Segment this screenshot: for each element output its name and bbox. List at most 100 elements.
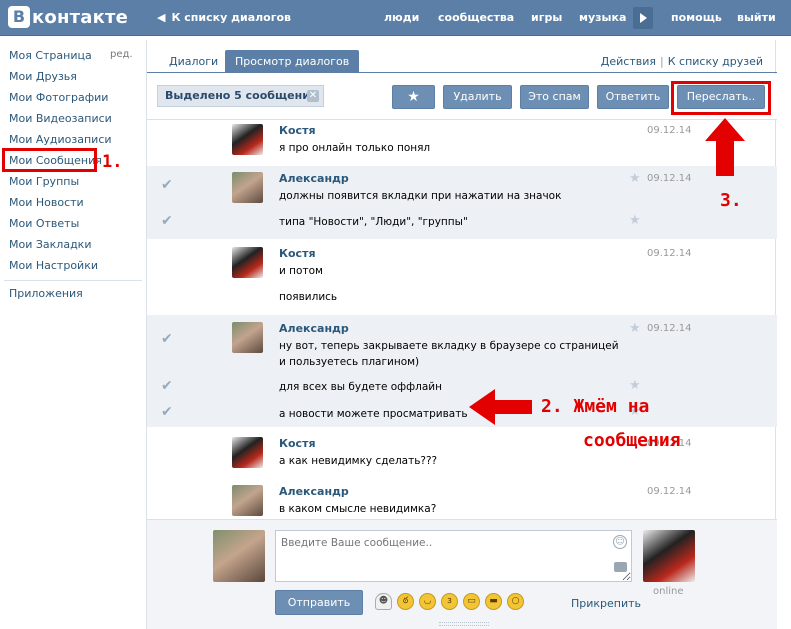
message-author[interactable]: Александр [279, 485, 349, 498]
star-icon[interactable]: ★ [629, 321, 641, 336]
tab-dialogs[interactable]: Диалоги [159, 50, 228, 73]
sidebar-item-bookmarks[interactable]: Мои Закладки [9, 238, 91, 251]
vk-logo[interactable]: В контакте [8, 6, 128, 28]
send-button[interactable]: Отправить [275, 590, 363, 615]
worried-emoji-icon[interactable]: ఠ [397, 593, 414, 610]
smile-icon[interactable]: ☺ [613, 535, 627, 549]
back-to-dialogs-link[interactable]: ◀ К списку диалогов [157, 11, 291, 24]
message-list: Костя 09.12.14 я про онлайн только понял… [147, 121, 777, 519]
star-icon[interactable]: ★ [629, 378, 641, 393]
friends-list-link[interactable]: К списку друзей [668, 55, 763, 68]
annotation-step-2-continued: сообщения [583, 430, 681, 451]
tab-bar: Диалоги Просмотр диалогов Действия | К спи… [147, 40, 777, 73]
message-author[interactable]: Костя [279, 437, 316, 450]
message-text: ну вот, теперь закрываете вкладку в брау… [279, 340, 619, 368]
tab-actions: Действия | К списку друзей [601, 55, 763, 68]
message-author[interactable]: Костя [279, 247, 316, 260]
annotation-step-2: 2. Жмём на [541, 396, 650, 417]
message-text: а как невидимку сделать??? [279, 455, 438, 467]
annotation-step-3: 3. [720, 190, 742, 211]
reply-button[interactable]: Ответить [597, 85, 669, 109]
sidebar-edit-link[interactable]: ред. [110, 49, 133, 60]
sidebar-item-audio[interactable]: Мои Аудиозаписи [9, 133, 112, 146]
message-date: 09.12.14 [647, 173, 692, 184]
actions-link[interactable]: Действия [601, 55, 656, 68]
avatar[interactable] [232, 124, 263, 155]
message-text: появились [279, 291, 338, 303]
sidebar-item-settings[interactable]: Мои Настройки [9, 259, 98, 272]
camera-icon[interactable] [614, 562, 627, 572]
star-button[interactable]: ★ [392, 85, 435, 109]
check-icon: ✔ [161, 378, 173, 394]
message-text: для всех вы будете оффлайн [279, 381, 442, 393]
message-row-selected[interactable]: ✔ Александр ★ 09.12.14 должны появится в… [147, 166, 777, 239]
dialog-panel: Диалоги Просмотр диалогов Действия | К спи… [146, 40, 777, 629]
avatar[interactable] [232, 485, 263, 516]
nav-people[interactable]: люди [384, 11, 419, 24]
message-row[interactable]: Костя 09.12.14 я про онлайн только понял [147, 121, 777, 166]
check-icon: ✔ [161, 331, 173, 347]
kiss-emoji-icon[interactable]: з [441, 593, 458, 610]
message-date: 09.12.14 [647, 125, 692, 136]
sidebar-item-friends[interactable]: Мои Друзья [9, 70, 77, 83]
message-row[interactable]: Костя 09.12.14 а как невидимку сделать??… [147, 427, 777, 475]
sidebar-item-groups[interactable]: Мои Группы [9, 175, 79, 188]
nav-games[interactable]: игры [531, 11, 562, 24]
arrow-up-icon [705, 118, 745, 176]
sidebar-item-answers[interactable]: Мои Ответы [9, 217, 79, 230]
logo-text: контакте [32, 6, 129, 28]
message-author[interactable]: Костя [279, 124, 316, 137]
message-author[interactable]: Александр [279, 322, 349, 335]
tab-view-dialogs[interactable]: Просмотр диалогов [225, 50, 360, 73]
nav-logout[interactable]: выйти [737, 11, 776, 24]
nav-help[interactable]: помощь [671, 11, 722, 24]
smile-emoji-icon[interactable]: ◡ [419, 593, 436, 610]
avatar[interactable] [232, 322, 263, 353]
message-row[interactable]: Костя 09.12.14 и потом появились [147, 239, 777, 315]
selected-count-label: Выделено 5 сообщений [165, 89, 318, 102]
arrow-left-icon [469, 389, 532, 425]
recipient-avatar[interactable] [643, 530, 695, 582]
scared-emoji-icon[interactable]: ○ [507, 593, 524, 610]
compose-area: ☺ online Отправить ☻ ఠ ◡ з ▭ ▬ ○ Прикреп… [147, 519, 777, 629]
sidebar-item-videos[interactable]: Мои Видеозаписи [9, 112, 112, 125]
avatar[interactable] [232, 247, 263, 278]
selected-count-badge: Выделено 5 сообщений ✕ [157, 85, 324, 107]
my-avatar[interactable] [213, 530, 265, 582]
avatar[interactable] [232, 437, 263, 468]
message-text: типа "Новости", "Люди", "группы" [279, 216, 468, 228]
clear-selection-icon[interactable]: ✕ [307, 90, 319, 102]
message-author[interactable]: Александр [279, 172, 349, 185]
separator: | [660, 55, 664, 68]
grin-emoji-icon[interactable]: ▭ [463, 593, 480, 610]
check-icon: ✔ [161, 213, 173, 229]
message-row-selected[interactable]: ✔ Александр ★ 09.12.14 ну вот, теперь за… [147, 315, 777, 427]
top-bar: В контакте ◀ К списку диалогов люди сообщ… [0, 0, 791, 36]
message-date: 09.12.14 [647, 248, 692, 259]
nav-music[interactable]: музыка [579, 11, 626, 24]
sidebar-item-apps[interactable]: Приложения [9, 287, 83, 300]
nav-communities[interactable]: сообщества [438, 11, 514, 24]
sidebar-item-my-page[interactable]: Моя Страница [9, 49, 92, 62]
sunglasses-emoji-icon[interactable]: ▬ [485, 593, 502, 610]
message-input[interactable] [275, 530, 632, 582]
logo-icon: В [8, 6, 30, 28]
message-row[interactable]: Александр 09.12.14 в каком смысле невиди… [147, 475, 777, 519]
sidebar-item-photos[interactable]: Мои Фотографии [9, 91, 108, 104]
back-to-dialogs-label: К списку диалогов [171, 11, 291, 24]
spam-button[interactable]: Это спам [520, 85, 589, 109]
resize-handle[interactable] [439, 622, 489, 626]
sidebar-item-news[interactable]: Мои Новости [9, 196, 84, 209]
check-icon: ✔ [161, 177, 173, 193]
online-status: online [653, 586, 684, 597]
avatar[interactable] [232, 172, 263, 203]
play-icon[interactable] [633, 7, 653, 29]
highlight-box-messages [2, 148, 97, 172]
star-icon[interactable]: ★ [629, 213, 641, 228]
delete-button[interactable]: Удалить [443, 85, 512, 109]
annotation-step-1: 1. [102, 152, 123, 172]
check-icon: ✔ [161, 404, 173, 420]
ghost-emoji-icon[interactable]: ☻ [375, 593, 392, 610]
attach-link[interactable]: Прикрепить [571, 597, 641, 610]
star-icon[interactable]: ★ [629, 171, 641, 186]
